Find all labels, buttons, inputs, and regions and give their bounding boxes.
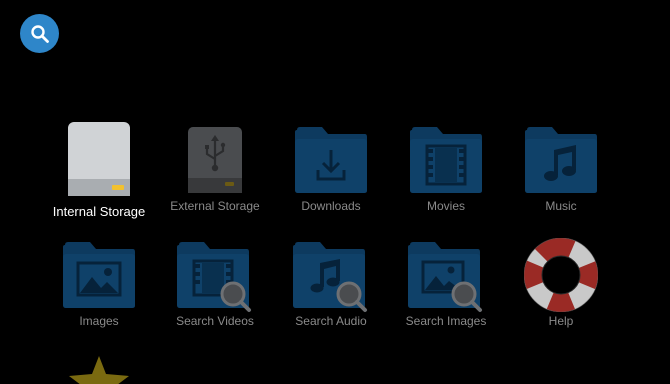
tile-label: Music xyxy=(545,199,577,213)
tile-internal-storage[interactable]: Internal Storage xyxy=(41,121,157,231)
images-folder-icon xyxy=(63,242,135,308)
usb-drive-icon xyxy=(188,127,242,193)
music-folder-icon xyxy=(525,127,597,193)
tile-downloads[interactable]: Downloads xyxy=(273,126,389,236)
tile-music[interactable]: Music xyxy=(503,126,619,236)
search-icon xyxy=(30,24,49,43)
tile-label: Help xyxy=(548,314,574,328)
lifebuoy-icon xyxy=(524,238,598,312)
tile-images[interactable]: Images xyxy=(41,241,157,351)
star-icon xyxy=(69,356,129,384)
tile-help[interactable]: Help xyxy=(503,238,619,348)
internal-storage-icon xyxy=(68,122,130,196)
search-images-icon xyxy=(408,242,482,312)
tile-external-storage[interactable]: External Storage xyxy=(157,126,273,236)
tile-favorites[interactable] xyxy=(41,356,157,384)
tile-movies[interactable]: Movies xyxy=(388,126,504,236)
tile-search-videos[interactable]: Search Videos xyxy=(157,241,273,351)
tile-search-audio[interactable]: Search Audio xyxy=(273,241,389,351)
search-audio-icon xyxy=(293,242,367,312)
download-folder-icon xyxy=(295,127,367,193)
search-button[interactable] xyxy=(20,14,59,53)
movies-folder-icon xyxy=(410,127,482,193)
search-videos-icon xyxy=(177,242,251,312)
tile-search-images[interactable]: Search Images xyxy=(388,241,504,351)
